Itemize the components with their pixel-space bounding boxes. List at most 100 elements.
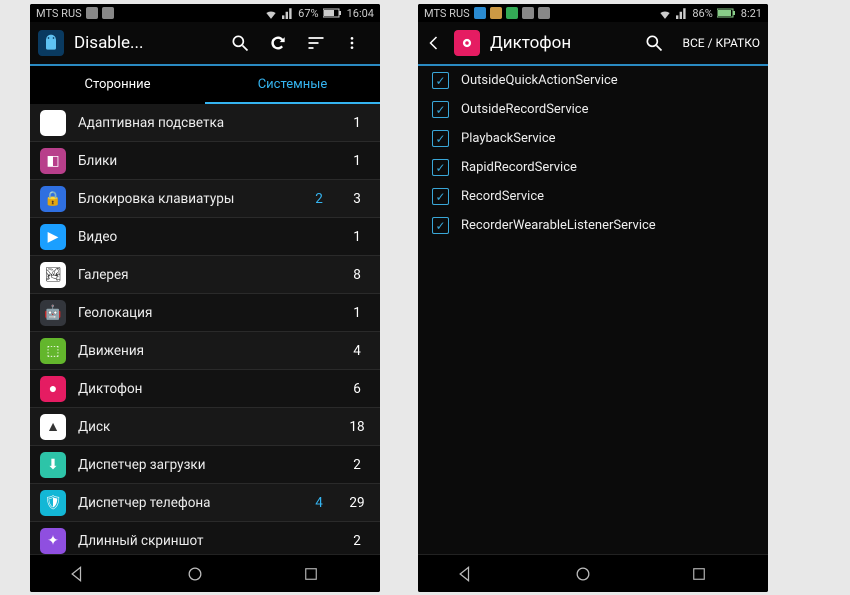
checkbox-icon[interactable]: ✓ [432, 188, 449, 205]
app-row-count: 18 [344, 419, 370, 435]
refresh-icon[interactable] [268, 33, 296, 53]
app-row-icon: ▲ [40, 414, 66, 440]
battery-text: 67% [298, 7, 318, 20]
list-item[interactable]: ▲ Диск 18 [30, 408, 380, 446]
app-row-name: Адаптивная подсветка [78, 115, 294, 131]
list-item[interactable]: ⬇ Диспетчер загрузки 2 [30, 446, 380, 484]
notif-icon [490, 7, 502, 19]
app-row-blue-count: 4 [306, 495, 332, 511]
app-row-count: 8 [344, 267, 370, 283]
service-list: ✓ OutsideQuickActionService ✓ OutsideRecord… [418, 66, 768, 554]
clock-text: 8:21 [741, 7, 762, 20]
app-row-name: Диспетчер загрузки [78, 457, 294, 473]
titlebar: Диктофон ВСЕ / КРАТКО [418, 22, 768, 66]
checkbox-icon[interactable]: ✓ [432, 72, 449, 89]
service-item[interactable]: ✓ RecordService [418, 182, 768, 211]
app-row-count: 3 [344, 191, 370, 207]
app-row-name: Галерея [78, 267, 294, 283]
checkbox-icon[interactable]: ✓ [432, 101, 449, 118]
titlebar: Disable... [30, 22, 380, 66]
app-row-blue-count: 2 [306, 191, 332, 207]
carrier-label: MTS RUS [424, 7, 470, 20]
list-item[interactable]: 🛡Диспетчер телефона429 [30, 484, 380, 522]
app-row-count: 1 [344, 153, 370, 169]
service-name: RapidRecordService [461, 160, 577, 175]
back-icon[interactable] [426, 34, 444, 52]
app-row-name: Длинный скриншот [78, 533, 294, 549]
nav-bar [418, 554, 768, 592]
app-row-icon: ▶ [40, 224, 66, 250]
app-row-count: 6 [344, 381, 370, 397]
list-item[interactable]: ◎ Адаптивная подсветка 1 [30, 104, 380, 142]
notif-icon [102, 7, 114, 19]
app-row-name: Диктофон [78, 381, 294, 397]
page-title: Disable... [74, 33, 143, 53]
app-row-icon: ◧ [40, 148, 66, 174]
status-bar: MTS RUS 86% 8:21 [418, 4, 768, 22]
tab-system[interactable]: Системные [205, 66, 380, 104]
sort-icon[interactable] [306, 33, 334, 53]
app-row-count: 2 [344, 533, 370, 549]
app-row-name: Диск [78, 419, 294, 435]
nav-home-icon[interactable] [185, 564, 225, 584]
service-name: RecorderWearableListenerService [461, 218, 656, 233]
list-item[interactable]: ▶Видео1 [30, 218, 380, 256]
app-row-name: Блокировка клавиатуры [78, 191, 294, 207]
list-item[interactable]: 🤖Геолокация1 [30, 294, 380, 332]
service-item[interactable]: ✓ OutsideRecordService [418, 95, 768, 124]
app-icon [454, 30, 480, 56]
service-name: OutsideRecordService [461, 102, 589, 117]
app-row-icon: ● [40, 376, 66, 402]
page-title: Диктофон [490, 33, 571, 53]
app-row-icon: ⬇ [40, 452, 66, 478]
toggle-all-brief[interactable]: ВСЕ / КРАТКО [682, 36, 760, 50]
app-row-count: 1 [344, 115, 370, 131]
app-row-icon: 🏞 [40, 262, 66, 288]
list-item[interactable]: ✦ Длинный скриншот 2 [30, 522, 380, 554]
search-icon[interactable] [230, 33, 258, 53]
app-row-count: 2 [344, 457, 370, 473]
list-item[interactable]: ⬚Движения4 [30, 332, 380, 370]
overflow-icon[interactable] [344, 33, 372, 53]
service-name: PlaybackService [461, 131, 556, 146]
list-item[interactable]: ◧ Блики 1 [30, 142, 380, 180]
list-item[interactable]: 🏞 Галерея 8 [30, 256, 380, 294]
checkbox-icon[interactable]: ✓ [432, 217, 449, 234]
signal-icon [282, 7, 294, 19]
app-list[interactable]: ◎ Адаптивная подсветка 1 ◧ Блики 1 🔒 Блокировка… [30, 104, 380, 554]
nav-home-icon[interactable] [573, 564, 613, 584]
app-row-name: Геолокация [78, 305, 294, 321]
nav-recent-icon[interactable] [302, 565, 342, 583]
service-item[interactable]: ✓ OutsideQuickActionService [418, 66, 768, 95]
tabs: Сторонние Системные [30, 66, 380, 104]
app-row-icon: 🔒 [40, 186, 66, 212]
tab-thirdparty[interactable]: Сторонние [30, 66, 205, 104]
list-item[interactable]: 🔒 Блокировка клавиатуры 23 [30, 180, 380, 218]
service-item[interactable]: ✓ RecorderWearableListenerService [418, 211, 768, 240]
app-row-name: Движения [78, 343, 294, 359]
notif-icon [506, 7, 518, 19]
status-bar: MTS RUS 67% 16:04 [30, 4, 380, 22]
notif-icon [522, 7, 534, 19]
carrier-label: MTS RUS [36, 7, 82, 20]
app-row-icon: ✦ [40, 528, 66, 554]
app-row-icon: 🛡 [40, 490, 66, 516]
app-row-icon: ◎ [40, 110, 66, 136]
search-icon[interactable] [644, 33, 672, 53]
app-row-count: 29 [344, 495, 370, 511]
service-name: RecordService [461, 189, 544, 204]
app-icon [38, 30, 64, 56]
nav-recent-icon[interactable] [690, 565, 730, 583]
battery-icon [717, 8, 737, 18]
checkbox-icon[interactable]: ✓ [432, 130, 449, 147]
nav-back-icon[interactable] [456, 564, 496, 584]
list-item[interactable]: ● Диктофон 6 [30, 370, 380, 408]
service-name: OutsideQuickActionService [461, 73, 618, 88]
service-item[interactable]: ✓ PlaybackService [418, 124, 768, 153]
app-row-name: Блики [78, 153, 294, 169]
service-item[interactable]: ✓ RapidRecordService [418, 153, 768, 182]
checkbox-icon[interactable]: ✓ [432, 159, 449, 176]
nav-back-icon[interactable] [68, 564, 108, 584]
phone-right: MTS RUS 86% 8:21 Диктофон ВСЕ / КРАТКО ✓ [418, 4, 768, 592]
app-row-count: 1 [344, 229, 370, 245]
